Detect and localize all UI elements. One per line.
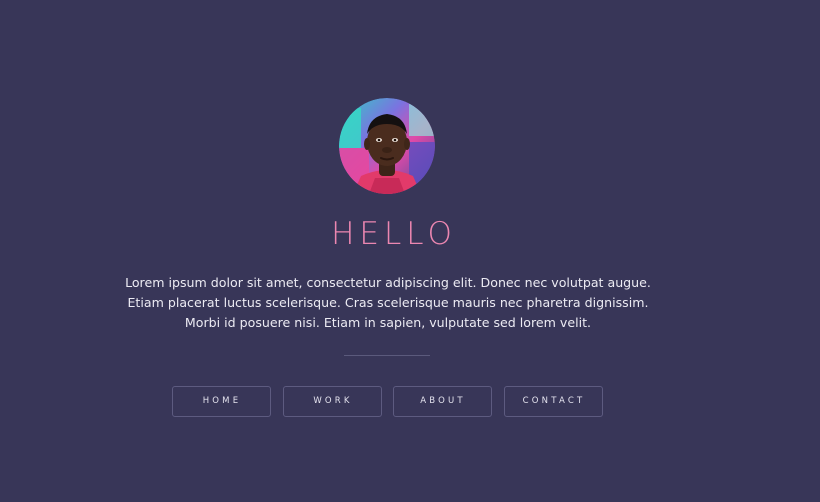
nav-button-contact[interactable]: CONTACT [504,386,603,417]
bio-text: Lorem ipsum dolor sit amet, consectetur … [125,275,651,330]
page-title: HELLO [331,216,457,252]
profile-photo-icon [339,98,435,194]
divider [344,355,430,356]
nav-button-home[interactable]: HOME [172,386,271,417]
avatar [339,98,435,194]
profile-page: HELLO Lorem ipsum dolor sit amet, consec… [0,0,820,502]
nav-button-work[interactable]: WORK [283,386,382,417]
nav-bar: HOME WORK ABOUT CONTACT [172,386,604,418]
nav-button-about[interactable]: ABOUT [393,386,492,417]
